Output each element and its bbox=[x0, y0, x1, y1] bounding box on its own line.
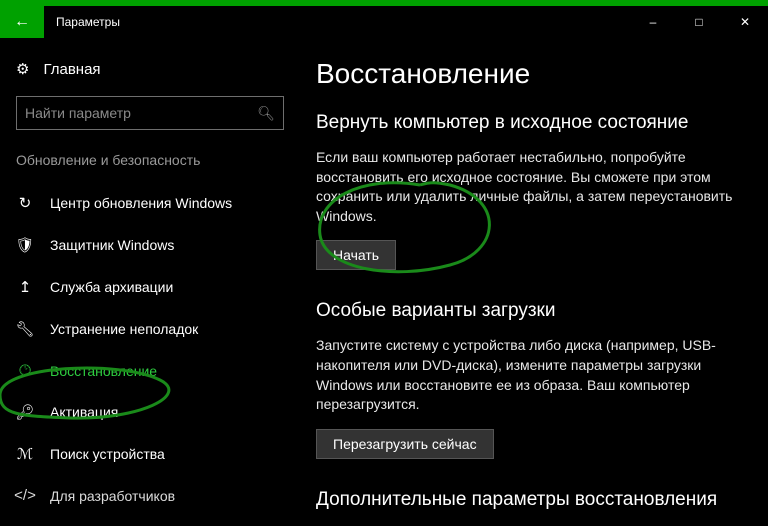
sidebar-home-label: Главная bbox=[43, 61, 100, 78]
sidebar-item-recovery[interactable]: 🕑︎ Восстановление bbox=[0, 350, 300, 391]
reset-start-button[interactable]: Начать bbox=[316, 240, 396, 270]
page-title: Восстановление bbox=[316, 58, 736, 90]
close-button[interactable]: ✕ bbox=[722, 6, 768, 38]
sidebar-item-defender[interactable]: 🛡︎ Защитник Windows bbox=[0, 224, 300, 266]
sidebar-item-label: Для разработчиков bbox=[50, 488, 175, 504]
sidebar-home[interactable]: ⚙ Главная bbox=[0, 56, 300, 96]
back-button[interactable]: ← bbox=[0, 6, 44, 38]
gear-icon: ⚙ bbox=[16, 60, 29, 78]
sidebar-item-developers[interactable]: </> Для разработчиков bbox=[0, 475, 300, 516]
sidebar: ⚙ Главная 🔍︎ Обновление и безопасность ↻… bbox=[0, 38, 300, 526]
button-label: Начать bbox=[333, 247, 379, 263]
window-title: Параметры bbox=[44, 6, 132, 38]
search-box[interactable]: 🔍︎ bbox=[16, 96, 284, 130]
minimize-icon: – bbox=[650, 15, 657, 29]
section-advanced-body: Запустите систему с устройства либо диск… bbox=[316, 336, 736, 414]
section-more-heading: Дополнительные параметры восстановления bbox=[316, 489, 736, 511]
sidebar-item-label: Защитник Windows bbox=[50, 237, 174, 253]
titlebar: ← Параметры – □ ✕ bbox=[0, 6, 768, 38]
maximize-button[interactable]: □ bbox=[676, 6, 722, 38]
main-panel: Восстановление Вернуть компьютер в исход… bbox=[300, 38, 768, 526]
sidebar-item-find-device[interactable]: ℳ Поиск устройства bbox=[0, 433, 300, 475]
section-reset-heading: Вернуть компьютер в исходное состояние bbox=[316, 112, 736, 134]
location-icon: ℳ bbox=[16, 445, 34, 463]
clock-icon: 🕑︎ bbox=[16, 362, 34, 379]
search-icon: 🔍︎ bbox=[257, 105, 275, 122]
sidebar-category: Обновление и безопасность bbox=[0, 152, 300, 168]
maximize-icon: □ bbox=[695, 15, 702, 29]
key-icon: 🔑︎ bbox=[16, 403, 34, 421]
sync-icon: ↻ bbox=[16, 194, 34, 212]
sidebar-item-label: Центр обновления Windows bbox=[50, 195, 232, 211]
wrench-icon: 🔧︎ bbox=[16, 320, 34, 338]
section-more-recovery: Дополнительные параметры восстановления bbox=[316, 489, 736, 511]
arrow-left-icon: ← bbox=[14, 13, 30, 31]
shield-icon: 🛡︎ bbox=[16, 236, 34, 254]
close-icon: ✕ bbox=[740, 15, 750, 29]
sidebar-item-label: Восстановление bbox=[50, 363, 157, 379]
section-advanced-startup: Особые варианты загрузки Запустите систе… bbox=[316, 300, 736, 458]
restart-now-button[interactable]: Перезагрузить сейчас bbox=[316, 429, 494, 459]
sidebar-item-label: Служба архивации bbox=[50, 279, 173, 295]
code-icon: </> bbox=[16, 487, 34, 504]
sidebar-item-troubleshoot[interactable]: 🔧︎ Устранение неполадок bbox=[0, 308, 300, 350]
sidebar-item-backup[interactable]: ↥ Служба архивации bbox=[0, 266, 300, 308]
search-input[interactable] bbox=[25, 105, 257, 121]
minimize-button[interactable]: – bbox=[630, 6, 676, 38]
section-reset-body: Если ваш компьютер работает нестабильно,… bbox=[316, 148, 736, 226]
upload-icon: ↥ bbox=[16, 278, 34, 296]
button-label: Перезагрузить сейчас bbox=[333, 436, 477, 452]
sidebar-item-label: Устранение неполадок bbox=[50, 321, 198, 337]
sidebar-item-label: Поиск устройства bbox=[50, 446, 165, 462]
section-reset: Вернуть компьютер в исходное состояние Е… bbox=[316, 112, 736, 270]
section-advanced-heading: Особые варианты загрузки bbox=[316, 300, 736, 322]
sidebar-item-label: Активация bbox=[50, 404, 118, 420]
sidebar-item-activation[interactable]: 🔑︎ Активация bbox=[0, 391, 300, 433]
sidebar-item-windows-update[interactable]: ↻ Центр обновления Windows bbox=[0, 182, 300, 224]
